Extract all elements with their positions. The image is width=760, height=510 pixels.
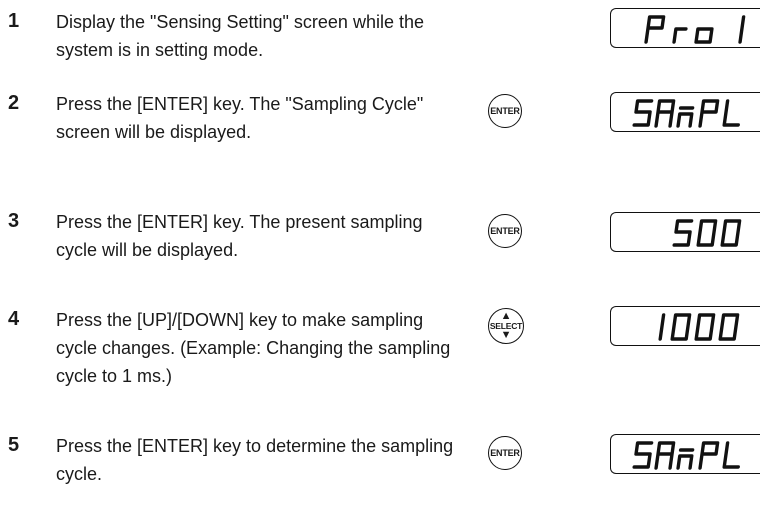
down-arrow-icon: ▼ [500,329,512,341]
select-key-icon[interactable]: ▲ SELECT ▼ [488,308,524,344]
display-readout-500 [672,219,742,247]
segment-display [610,8,760,48]
display-readout-sampl [632,441,740,470]
enter-key-icon[interactable]: ENTER [488,94,522,128]
step-number: 2 [8,92,20,114]
step-number: 4 [8,308,20,330]
segment-display [610,212,760,252]
step-number: 1 [8,10,20,32]
enter-key-icon[interactable]: ENTER [488,214,522,248]
step-instruction: Press the [ENTER] key. The present sampl… [56,212,423,260]
step-instruction: Press the [ENTER] key to determine the s… [56,436,454,484]
step-number: 3 [8,210,20,232]
enter-key-icon[interactable]: ENTER [488,436,522,470]
segment-display [610,306,760,346]
display-readout-1000 [658,313,740,341]
segment-display [610,434,760,474]
display-readout-pro1 [644,15,746,44]
step-instruction: Press the [ENTER] key. The "Sampling Cyc… [56,94,424,142]
step-instruction: Display the "Sensing Setting" screen whi… [56,12,424,60]
up-arrow-icon: ▲ [500,310,512,322]
step-number: 5 [8,434,20,456]
segment-display [610,92,760,132]
display-readout-sampl [632,99,740,128]
step-instruction: Press the [UP]/[DOWN] key to make sampli… [56,310,451,386]
